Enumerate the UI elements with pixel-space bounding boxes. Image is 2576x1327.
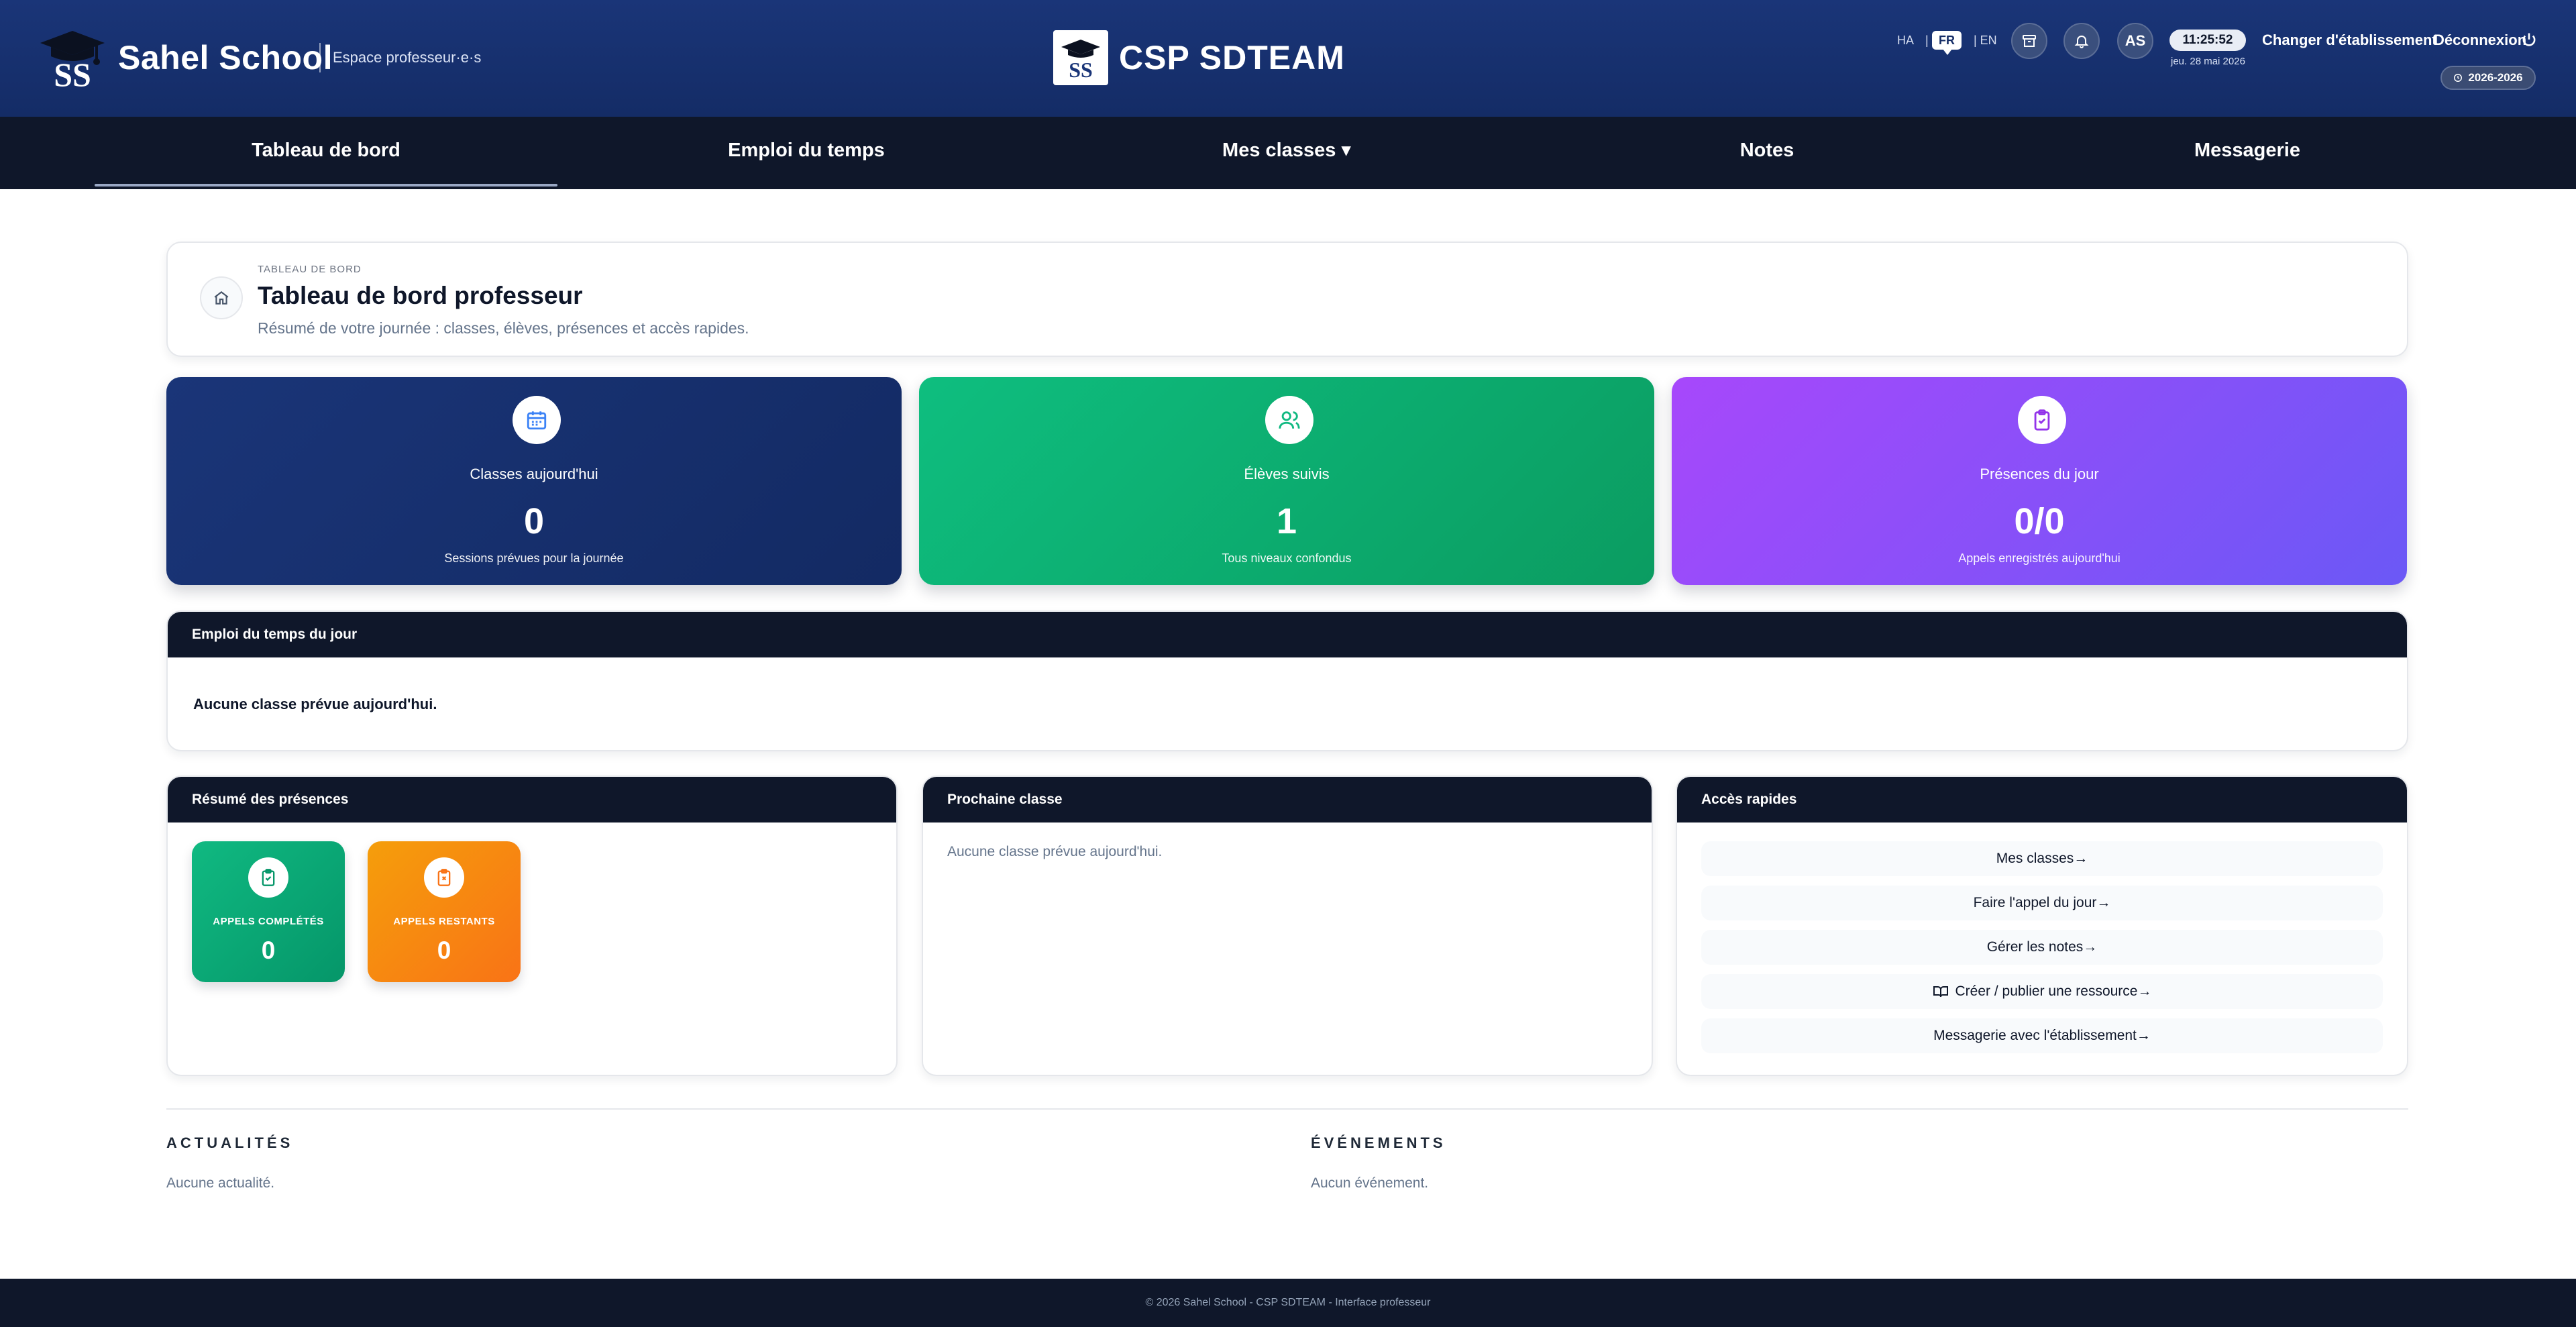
mini-label: APPELS RESTANTS	[393, 916, 495, 927]
clock-badge: 11:25:52	[2169, 30, 2246, 51]
school-year-label: 2026-2026	[2468, 71, 2523, 84]
nav-tab-messages[interactable]: Messagerie	[2016, 117, 2479, 189]
logout-link[interactable]: Déconnexion	[2434, 31, 2526, 50]
current-date: jeu. 28 mai 2026	[2171, 56, 2245, 67]
lang-en-button[interactable]: | EN	[1974, 32, 1997, 48]
lang-active-pointer	[1943, 49, 1952, 55]
quick-link-messaging[interactable]: Messagerie avec l'établissement→	[1701, 1018, 2383, 1053]
nav-tab-dashboard[interactable]: Tableau de bord	[95, 117, 557, 189]
space-label: Espace professeur·e·s	[333, 49, 482, 66]
stat-label: Présences du jour	[1980, 466, 2099, 482]
lang-ha-button[interactable]: HA	[1897, 32, 1914, 48]
top-header: SS Sahel School Espace professeur·e·s SS…	[0, 0, 2576, 117]
calendar-icon	[513, 396, 561, 444]
clipboard-check-icon	[2018, 396, 2066, 444]
quick-link-label: Messagerie avec l'établissement→	[1933, 1028, 2151, 1043]
change-establishment-link[interactable]: Changer d'établissement	[2262, 31, 2437, 50]
notifications-button[interactable]	[2063, 23, 2100, 59]
events-heading: ÉVÉNEMENTS	[1311, 1134, 1446, 1151]
panel-title: Résumé des présences	[168, 777, 896, 822]
school-logo-icon[interactable]: SS	[38, 30, 107, 89]
svg-text:SS: SS	[1069, 58, 1093, 82]
empty-message: Aucune classe prévue aujourd'hui.	[193, 696, 437, 712]
establishment-logo-icon: SS	[1053, 30, 1108, 85]
home-icon	[214, 290, 229, 305]
archive-button[interactable]	[2011, 23, 2047, 59]
nav-tab-schedule[interactable]: Emploi du temps	[575, 117, 1038, 189]
quick-link-label: Faire l'appel du jour→	[1973, 895, 2111, 910]
page-subtitle: Résumé de votre journée : classes, élève…	[258, 319, 749, 337]
panel-title: Accès rapides	[1677, 777, 2407, 822]
stat-note: Tous niveaux confondus	[1222, 551, 1352, 565]
archive-icon	[2023, 35, 2036, 47]
quick-link-publish-resource[interactable]: Créer / publier une ressource→	[1701, 974, 2383, 1009]
empty-message: Aucune classe prévue aujourd'hui.	[947, 844, 1163, 859]
today-schedule-panel: Emploi du temps du jour Aucune classe pr…	[166, 611, 2408, 751]
svg-text:SS: SS	[54, 56, 91, 89]
panel-title: Emploi du temps du jour	[168, 612, 2407, 657]
clipboard-check-icon	[248, 857, 288, 898]
stat-value: 0/0	[2014, 501, 2065, 541]
stat-note: Appels enregistrés aujourd'hui	[1958, 551, 2121, 565]
users-icon	[1265, 396, 1313, 444]
header-divider	[319, 43, 321, 72]
news-heading: ACTUALITÉS	[166, 1134, 294, 1151]
mini-value: 0	[437, 937, 451, 964]
stat-note: Sessions prévues pour la journée	[444, 551, 624, 565]
breadcrumb: TABLEAU DE BORD	[258, 264, 362, 275]
quick-link-label: Mes classes→	[1996, 851, 2088, 866]
footer: © 2026 Sahel School - CSP SDTEAM - Inter…	[0, 1279, 2576, 1327]
completed-calls-card: APPELS COMPLÉTÉS 0	[192, 841, 345, 982]
next-class-panel: Prochaine classe Aucune classe prévue au…	[922, 776, 1653, 1076]
school-name[interactable]: Sahel School	[118, 36, 333, 79]
stat-label: Élèves suivis	[1244, 466, 1330, 482]
clock-icon	[2454, 74, 2463, 82]
stat-value: 1	[1276, 501, 1297, 541]
clipboard-x-icon	[424, 857, 464, 898]
dashboard-title-card: TABLEAU DE BORD Tableau de bord professe…	[166, 242, 2408, 357]
quick-access-panel: Accès rapides Mes classes→ Faire l'appel…	[1676, 776, 2408, 1076]
news-empty: Aucune actualité.	[166, 1175, 275, 1191]
lang-fr-button[interactable]: FR	[1932, 31, 1962, 50]
school-year-pill[interactable]: 2026-2026	[2440, 66, 2536, 90]
stat-card-classes-today: Classes aujourd'hui 0 Sessions prévues p…	[166, 377, 902, 585]
quick-link-label: Gérer les notes→	[1986, 939, 2098, 955]
power-icon[interactable]	[2520, 31, 2538, 50]
nav-tab-my-classes[interactable]: Mes classes ▾	[1055, 117, 1518, 189]
establishment-name: CSP SDTEAM	[1119, 39, 1345, 76]
mini-label: APPELS COMPLÉTÉS	[213, 916, 324, 927]
stat-label: Classes aujourd'hui	[470, 466, 598, 482]
nav-tab-grades[interactable]: Notes	[1536, 117, 1998, 189]
quick-link-my-classes[interactable]: Mes classes→	[1701, 841, 2383, 876]
attendance-summary-panel: Résumé des présences APPELS COMPLÉTÉS 0 …	[166, 776, 898, 1076]
book-open-icon	[1933, 986, 1948, 998]
quick-link-label: Créer / publier une ressource→	[1955, 984, 2152, 999]
quick-link-take-attendance[interactable]: Faire l'appel du jour→	[1701, 886, 2383, 920]
quick-link-manage-grades[interactable]: Gérer les notes→	[1701, 930, 2383, 965]
page-title: Tableau de bord professeur	[258, 282, 583, 309]
home-icon-wrapper	[200, 276, 243, 319]
user-avatar[interactable]: AS	[2117, 23, 2153, 59]
main-navigation: Tableau de bord Emploi du temps Mes clas…	[0, 117, 2576, 189]
lang-separator: |	[1925, 34, 1929, 47]
events-empty: Aucun événement.	[1311, 1175, 1429, 1191]
panel-title: Prochaine classe	[923, 777, 1652, 822]
bell-icon	[2074, 36, 2089, 48]
stat-card-students: Élèves suivis 1 Tous niveaux confondus	[919, 377, 1654, 585]
remaining-calls-card: APPELS RESTANTS 0	[368, 841, 521, 982]
section-divider	[166, 1108, 2408, 1110]
stat-value: 0	[523, 501, 545, 541]
mini-value: 0	[261, 937, 276, 964]
stat-card-attendance: Présences du jour 0/0 Appels enregistrés…	[1672, 377, 2407, 585]
